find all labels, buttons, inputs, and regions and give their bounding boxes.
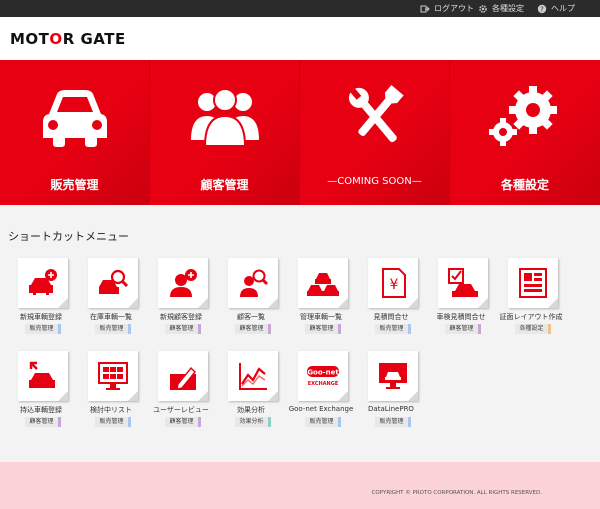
- help-link[interactable]: ? ヘルプ: [537, 0, 575, 17]
- monitor-cars-icon: [98, 362, 128, 390]
- goonet-logo-top: Goo-net: [307, 369, 339, 377]
- tools-icon: [348, 85, 404, 143]
- car-check-icon: [448, 268, 478, 297]
- car-plus-icon: [29, 269, 57, 295]
- shortcut-menu-title: ショートカットメニュー: [8, 230, 129, 243]
- cars-icon: [307, 273, 339, 296]
- shortcut-icon-box: [228, 351, 278, 401]
- shortcut-icon-box: [158, 351, 208, 401]
- car-search-icon: [99, 269, 129, 294]
- svg-text:¥: ¥: [390, 277, 399, 293]
- copyright-text: COPYRIGHT © PROTO CORPORATION. ALL RIGHT…: [371, 490, 542, 496]
- menu-customer-management[interactable]: 顧客管理: [150, 60, 300, 205]
- goonet-logo-bottom: EXCHANGE: [308, 381, 339, 387]
- review-icon: [170, 366, 196, 390]
- shortcut-label: Goo-net Exchange: [288, 405, 354, 413]
- logout-icon: [420, 5, 430, 12]
- category-tag: 顧客管理: [305, 324, 341, 334]
- category-tag: 販売管理: [375, 417, 411, 427]
- yen-doc-icon: ¥: [382, 268, 406, 298]
- help-label: ヘルプ: [551, 4, 575, 13]
- category-tag: 各種設定: [515, 324, 551, 334]
- menu-sales-management[interactable]: 販売管理: [0, 60, 150, 205]
- shortcut-label: 見積問合せ: [373, 313, 409, 321]
- menu-settings-label: 各種設定: [500, 178, 549, 192]
- shortcut-icon-box: Goo-net EXCHANGE: [298, 351, 348, 401]
- settings-label: 各種設定: [492, 4, 524, 13]
- category-tag: 顧客管理: [235, 324, 271, 334]
- category-tag: 効果分析: [235, 417, 271, 427]
- shortcut-label: DataLinePRO: [368, 405, 414, 413]
- logout-label: ログアウト: [434, 4, 474, 13]
- category-tag: 販売管理: [25, 324, 61, 334]
- person-search-icon: [240, 269, 269, 297]
- shortcut-label: 検討中リスト: [90, 406, 132, 414]
- shortcut-icon-box: [368, 351, 418, 401]
- gears-icon: [489, 86, 557, 146]
- car-in-icon: [29, 361, 55, 388]
- shortcut-label: 効果分析: [237, 406, 265, 414]
- shortcut-icon-box: [158, 258, 208, 308]
- menu-customer-label: 顧客管理: [200, 178, 249, 192]
- logo[interactable]: MOTOR GATE: [10, 30, 126, 48]
- category-tag: 顧客管理: [165, 417, 201, 427]
- footer: COPYRIGHT © PROTO CORPORATION. ALL RIGHT…: [0, 462, 600, 509]
- shortcut-label: 新規車輌登録: [20, 313, 62, 321]
- shortcut-icon-box: [228, 258, 278, 308]
- menu-coming-soon[interactable]: —COMING SOON—: [300, 60, 450, 205]
- layout-icon: [519, 268, 547, 298]
- menu-sales-label: 販売管理: [50, 178, 99, 192]
- category-tag: 顧客管理: [165, 324, 201, 334]
- monitor-car-icon: [379, 363, 407, 389]
- shortcut-icon-box: [508, 258, 558, 308]
- logo-text-end: R GATE: [62, 30, 126, 48]
- shortcut-icon-box: [438, 258, 488, 308]
- category-tag: 販売管理: [95, 324, 131, 334]
- menu-coming-soon-label: —COMING SOON—: [327, 176, 422, 187]
- shortcut-icon-box: [18, 351, 68, 401]
- logo-text-start: MOT: [10, 30, 50, 48]
- settings-link[interactable]: 各種設定: [478, 0, 524, 17]
- shortcut-icon-box: [298, 258, 348, 308]
- shortcut-label: 在庫車輌一覧: [90, 313, 132, 321]
- shortcut-label: 車検見積問合せ: [436, 313, 486, 321]
- top-bar: ログアウト 各種設定 ? ヘルプ: [0, 0, 600, 17]
- logo-text-o: O: [49, 30, 63, 48]
- shortcut-icon-box: [88, 351, 138, 401]
- shortcut-label: 持込車輌登録: [20, 406, 62, 414]
- person-plus-icon: [170, 269, 197, 297]
- shortcut-icon-box: [88, 258, 138, 308]
- shortcut-icon-box: ¥: [368, 258, 418, 308]
- menu-settings[interactable]: 各種設定: [450, 60, 600, 205]
- people-icon: [191, 88, 259, 147]
- shortcut-label: 新規顧客登録: [160, 313, 202, 321]
- category-tag: 販売管理: [95, 417, 131, 427]
- shortcut-label: ユーザーレビュー: [153, 406, 209, 414]
- car-icon: [43, 90, 107, 147]
- help-icon: ?: [537, 4, 547, 13]
- gear-icon: [479, 4, 487, 13]
- category-tag: 顧客管理: [25, 417, 61, 427]
- shortcut-icon-box: [18, 258, 68, 308]
- chart-icon: [239, 363, 267, 390]
- goonet-icon: Goo-net EXCHANGE: [307, 366, 339, 387]
- category-tag: 販売管理: [375, 324, 411, 334]
- shortcut-label: 証面レイアウト作成: [499, 313, 563, 321]
- logout-link[interactable]: ログアウト: [420, 0, 474, 17]
- shortcut-label: 管理車輌一覧: [300, 313, 342, 321]
- main-menu-banner: 販売管理 顧客管理 —COMING SOON— 各種設定: [0, 60, 600, 205]
- svg-text:?: ?: [540, 5, 544, 13]
- shortcut-label: 顧客一覧: [237, 313, 265, 321]
- category-tag: 販売管理: [305, 417, 341, 427]
- category-tag: 顧客管理: [445, 324, 481, 334]
